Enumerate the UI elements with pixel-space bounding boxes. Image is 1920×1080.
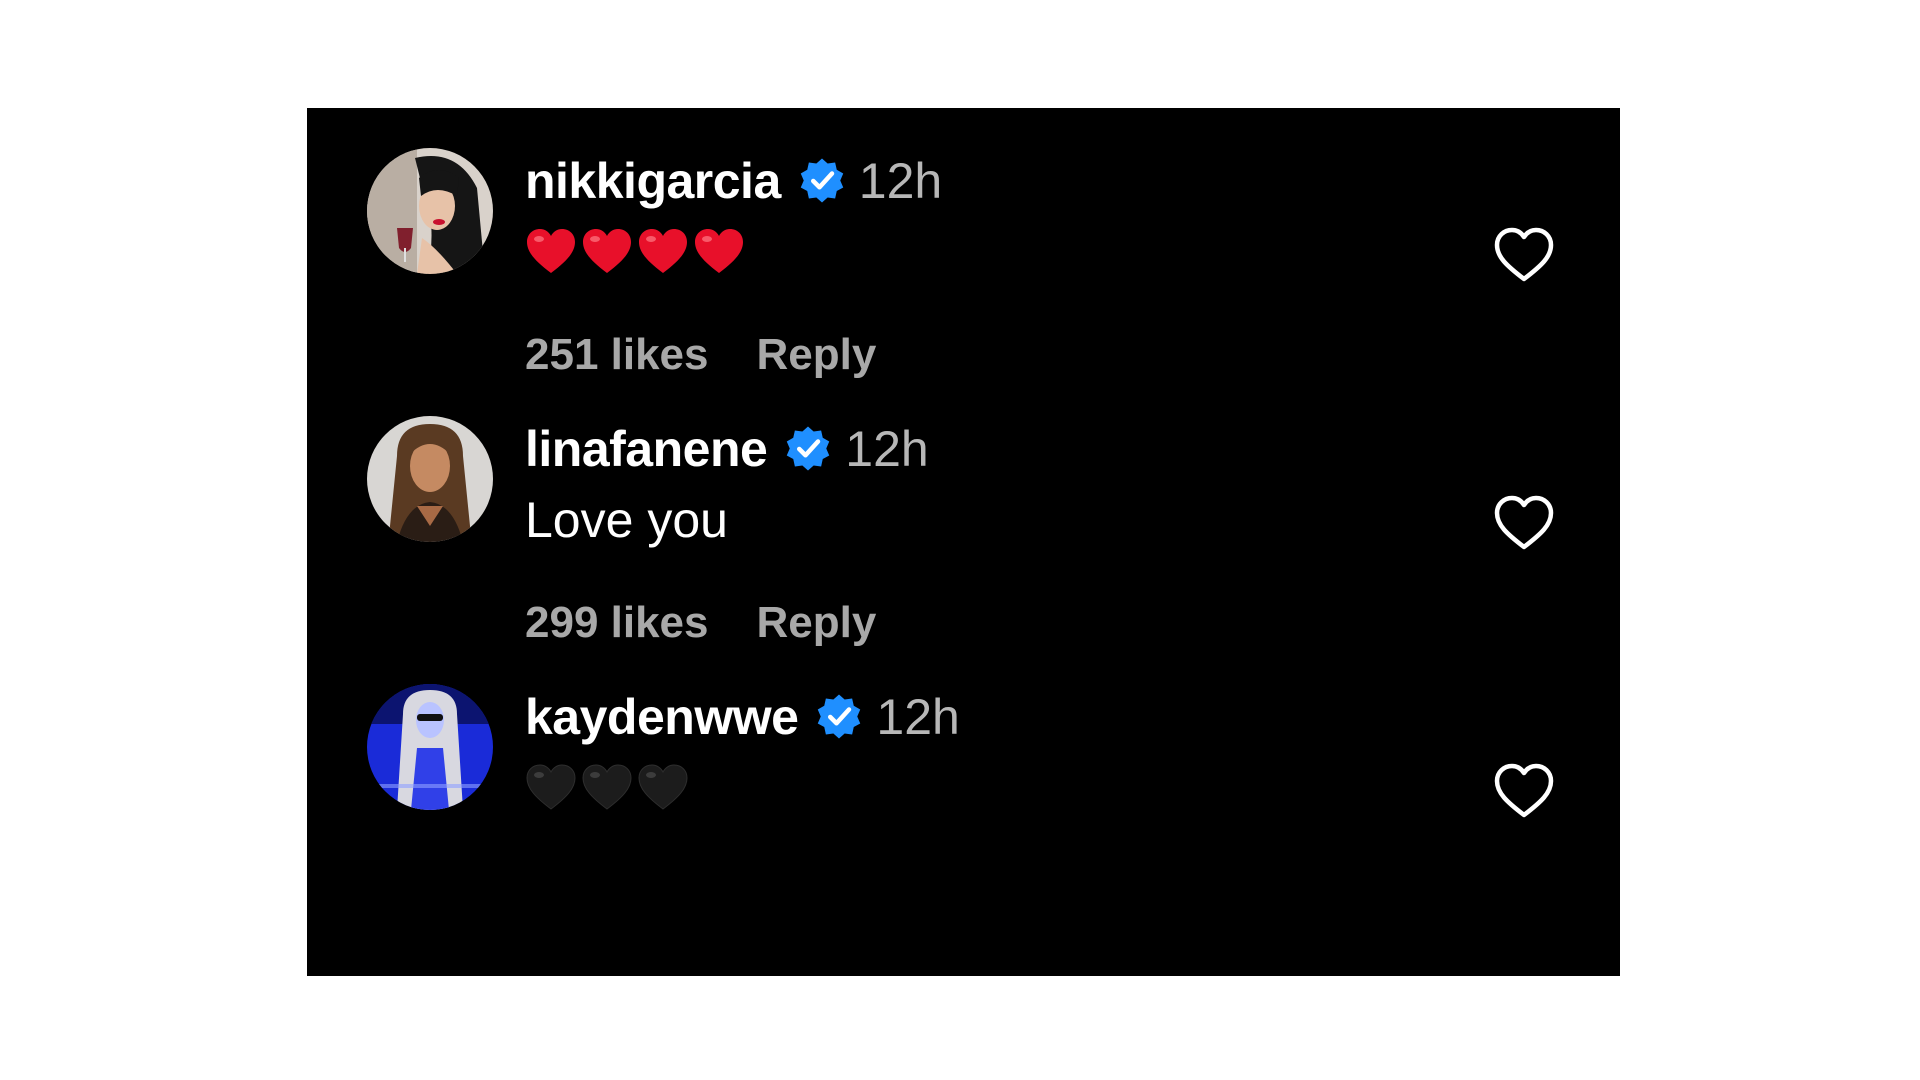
- avatar-image: [367, 684, 493, 810]
- comment-actions: 251 likes Reply: [525, 330, 876, 380]
- comment-header: kaydenwwe 12h: [525, 686, 960, 748]
- likes-count[interactable]: 251 likes: [525, 330, 709, 380]
- avatar-nikkigarcia[interactable]: [367, 148, 493, 274]
- reply-button[interactable]: Reply: [757, 598, 877, 648]
- red-heart-emojis: [525, 227, 745, 277]
- avatar-image: [367, 148, 493, 274]
- avatar-image: [367, 416, 493, 542]
- heart-outline-icon: [1494, 227, 1554, 282]
- reply-button[interactable]: Reply: [757, 330, 877, 380]
- username[interactable]: linafanene: [525, 420, 768, 478]
- red-heart-emoji-icon: [583, 229, 631, 273]
- black-heart-emoji-icon: [638, 764, 688, 810]
- comment-actions: 299 likes Reply: [525, 598, 876, 648]
- comment-time: 12h: [876, 689, 960, 745]
- heart-outline-icon: [1494, 763, 1554, 818]
- black-heart-emoji-icon: [526, 764, 576, 810]
- comment-text: Love you: [525, 492, 728, 548]
- verified-badge-icon: [783, 424, 833, 474]
- comment-body: Love you: [525, 488, 728, 552]
- avatar-kaydenwwe[interactable]: [367, 684, 493, 810]
- black-heart-emojis: [525, 763, 689, 813]
- comment-item: kaydenwwe 12h: [307, 644, 1620, 944]
- comment-time: 12h: [858, 153, 943, 209]
- like-button[interactable]: [1492, 762, 1556, 820]
- red-heart-emoji-icon: [527, 229, 575, 273]
- comment-body: [525, 756, 689, 820]
- heart-outline-icon: [1494, 495, 1554, 550]
- red-heart-emoji-icon: [695, 229, 743, 273]
- comment-body: [525, 220, 745, 284]
- comment-item: nikkigarcia 12h 251 likes Reply: [307, 108, 1620, 408]
- comment-header: linafanene 12h: [525, 418, 929, 480]
- black-heart-emoji-icon: [582, 764, 632, 810]
- comment-header: nikkigarcia 12h: [525, 150, 942, 212]
- verified-badge-icon: [797, 156, 847, 206]
- likes-count[interactable]: 299 likes: [525, 598, 709, 648]
- verified-badge-icon: [814, 692, 864, 742]
- like-button[interactable]: [1492, 226, 1556, 284]
- avatar-linafanene[interactable]: [367, 416, 493, 542]
- comment-item: linafanene 12h Love you 299 likes Reply: [307, 376, 1620, 676]
- username[interactable]: nikkigarcia: [525, 152, 781, 210]
- username[interactable]: kaydenwwe: [525, 688, 799, 746]
- comments-panel: nikkigarcia 12h 251 likes Reply linafane…: [307, 108, 1620, 976]
- red-heart-emoji-icon: [639, 229, 687, 273]
- like-button[interactable]: [1492, 494, 1556, 552]
- comment-time: 12h: [845, 421, 929, 477]
